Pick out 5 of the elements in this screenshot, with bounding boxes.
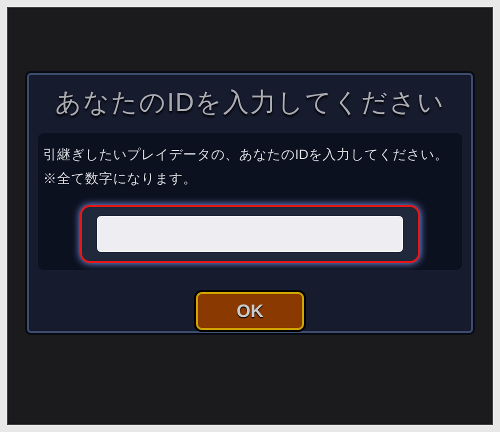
- message-text: ※全て数字になります。: [43, 170, 198, 188]
- ok-button[interactable]: OK: [196, 292, 304, 330]
- message-text: 引継ぎしたいプレイデータの、あなたのIDを入力してください。: [43, 146, 450, 164]
- id-field[interactable]: [80, 205, 420, 263]
- dialog-title: あなたのIDを入力してください: [55, 86, 445, 119]
